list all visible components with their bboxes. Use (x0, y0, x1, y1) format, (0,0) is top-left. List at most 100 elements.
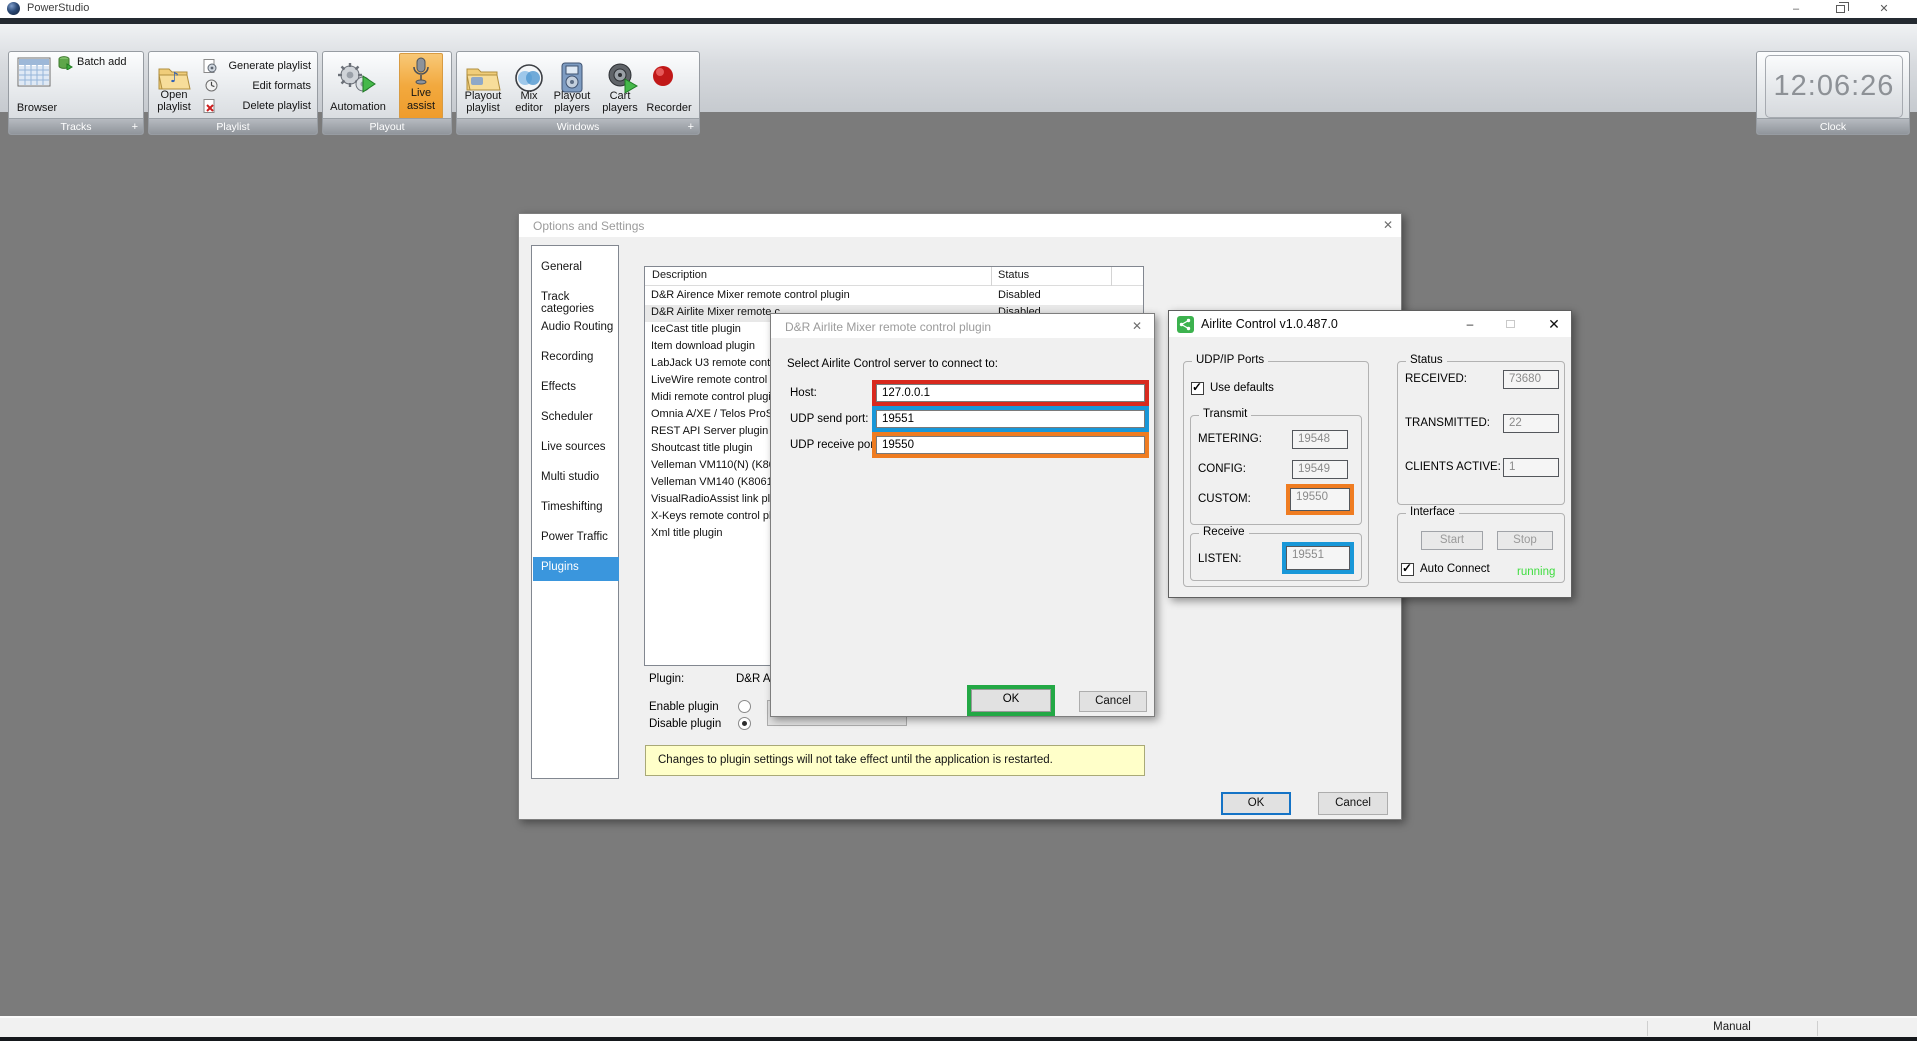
host-input[interactable]: 127.0.0.1 (876, 384, 1145, 402)
cart-players-label-1: Cart (597, 90, 643, 102)
receive-port-highlight-frame: 19550 (872, 432, 1149, 458)
close-button[interactable]: ✕ (1867, 0, 1901, 18)
recorder-button[interactable] (651, 64, 675, 88)
windows-group-label-text: Windows (557, 121, 600, 133)
metering-label: METERING: (1198, 433, 1262, 445)
open-playlist-label-1: Open (149, 89, 199, 101)
disable-plugin-radio[interactable] (738, 717, 751, 730)
playout-players-button[interactable] (559, 62, 585, 93)
playout-playlist-button[interactable] (465, 64, 501, 92)
cart-players-label-2: players (597, 102, 643, 114)
plugin-cancel-button[interactable]: Cancel (1079, 691, 1147, 712)
custom-field[interactable]: 19550 (1290, 488, 1350, 511)
server-instruction: Select Airlite Control server to connect… (787, 358, 998, 370)
column-status[interactable]: Status (998, 269, 1029, 281)
clock-display: 12:06:26 (1765, 55, 1903, 118)
edit-formats-button[interactable] (205, 79, 218, 92)
sidebar-item-track-categories[interactable]: Track categories (533, 287, 619, 311)
live-assist-button[interactable]: Live assist (399, 53, 443, 119)
start-button[interactable]: Start (1421, 531, 1483, 550)
batch-add-label: Batch add (77, 56, 139, 68)
restore-button[interactable] (1823, 0, 1857, 18)
automation-button[interactable] (337, 62, 377, 98)
sidebar-item-plugins[interactable]: Plugins (533, 557, 619, 581)
enable-plugin-radio[interactable] (738, 700, 751, 713)
generate-playlist-label: Generate playlist (219, 60, 311, 73)
radio-dot (742, 721, 747, 726)
playout-playlist-label-2: playlist (459, 102, 507, 114)
sidebar-item-audio-routing[interactable]: Audio Routing (533, 317, 619, 341)
browser-button[interactable] (17, 57, 51, 87)
sidebar-item-effects[interactable]: Effects (533, 377, 619, 401)
sidebar-item-multi-studio[interactable]: Multi studio (533, 467, 619, 491)
options-dialog-titlebar: Options and Settings ✕ (519, 214, 1401, 237)
live-assist-label-1: Live (400, 87, 442, 99)
status-legend: Status (1406, 354, 1447, 366)
table-row[interactable]: D&R Airence Mixer remote control pluginD… (645, 288, 1143, 305)
delete-playlist-button[interactable] (203, 99, 217, 113)
airlite-control-window: Airlite Control v1.0.487.0 – ✕ UDP/IP Po… (1168, 310, 1572, 598)
plugin-dialog-titlebar: D&R Airlite Mixer remote control plugin … (771, 314, 1154, 338)
generate-playlist-icon (203, 59, 217, 73)
restore-icon (1836, 5, 1845, 13)
auto-connect-checkbox[interactable]: ✓ (1401, 563, 1414, 576)
disable-plugin-label: Disable plugin (649, 718, 721, 730)
playlist-group-label: Playlist (149, 118, 317, 134)
mix-editor-button[interactable] (513, 64, 545, 92)
options-cancel-button[interactable]: Cancel (1318, 792, 1388, 815)
metering-field: 19548 (1292, 430, 1348, 449)
stop-button[interactable]: Stop (1497, 531, 1553, 550)
udp-send-port-label: UDP send port: (790, 413, 868, 425)
udp-receive-port-input[interactable]: 19550 (876, 436, 1145, 454)
ribbon-group-playout: Automation Live assist Playout (322, 51, 452, 135)
airlite-close-icon[interactable]: ✕ (1537, 316, 1571, 333)
udp-send-port-input[interactable]: 19551 (876, 410, 1145, 428)
delete-playlist-label: Delete playlist (219, 100, 311, 113)
auto-connect-label: Auto Connect (1420, 563, 1490, 575)
sidebar-item-timeshifting[interactable]: Timeshifting (533, 497, 619, 521)
playout-players-label-2: players (549, 102, 595, 114)
edit-formats-icon (205, 79, 218, 92)
options-ok-button[interactable]: OK (1221, 792, 1291, 815)
clock-group-label-text: Clock (1820, 121, 1846, 133)
column-divider (991, 267, 992, 286)
recorder-icon (651, 64, 675, 88)
generate-playlist-button[interactable] (203, 59, 217, 73)
live-assist-label-2: assist (400, 100, 442, 112)
listen-label: LISTEN: (1198, 553, 1241, 565)
sidebar-item-scheduler[interactable]: Scheduler (533, 407, 619, 431)
use-defaults-checkbox[interactable]: ✓ (1191, 382, 1204, 395)
cart-players-button[interactable] (605, 62, 639, 93)
transmitted-field: 22 (1503, 414, 1559, 433)
plugin-ok-button[interactable]: OK (971, 689, 1051, 712)
sidebar-item-power-traffic[interactable]: Power Traffic (533, 527, 619, 551)
tracks-group-expand[interactable]: + (132, 119, 138, 135)
udp-ip-ports-legend: UDP/IP Ports (1192, 354, 1268, 366)
plugin-dialog-close-icon[interactable]: ✕ (1126, 319, 1148, 333)
running-status: running (1517, 566, 1555, 578)
column-divider (1111, 267, 1112, 286)
batch-add-button[interactable] (57, 54, 73, 70)
sidebar-item-live-sources[interactable]: Live sources (533, 437, 619, 461)
options-dialog-close-icon[interactable]: ✕ (1377, 218, 1399, 232)
sidebar-item-general[interactable]: General (533, 257, 619, 281)
host-label: Host: (790, 387, 817, 399)
svg-text:♪: ♪ (170, 70, 179, 86)
listen-field[interactable]: 19551 (1286, 546, 1350, 570)
browser-label: Browser (9, 102, 65, 114)
delete-playlist-icon (203, 99, 217, 113)
airlite-minimize-icon[interactable]: – (1453, 317, 1487, 331)
windows-group-expand[interactable]: + (688, 119, 694, 135)
clients-active-field: 1 (1503, 458, 1559, 477)
receive-legend: Receive (1199, 526, 1249, 538)
sidebar-item-recording[interactable]: Recording (533, 347, 619, 371)
column-description[interactable]: Description (652, 269, 707, 281)
airlite-plugin-dialog: D&R Airlite Mixer remote control plugin … (770, 313, 1155, 717)
udp-receive-port-label: UDP receive port: (790, 439, 881, 451)
minimize-button[interactable]: – (1779, 0, 1813, 18)
plugin-list-header: Description Status (645, 267, 1143, 286)
open-playlist-button[interactable]: ♪ (157, 63, 191, 92)
edit-formats-label: Edit formats (219, 80, 311, 93)
received-field: 73680 (1503, 370, 1559, 389)
open-playlist-label-2: playlist (149, 101, 199, 113)
